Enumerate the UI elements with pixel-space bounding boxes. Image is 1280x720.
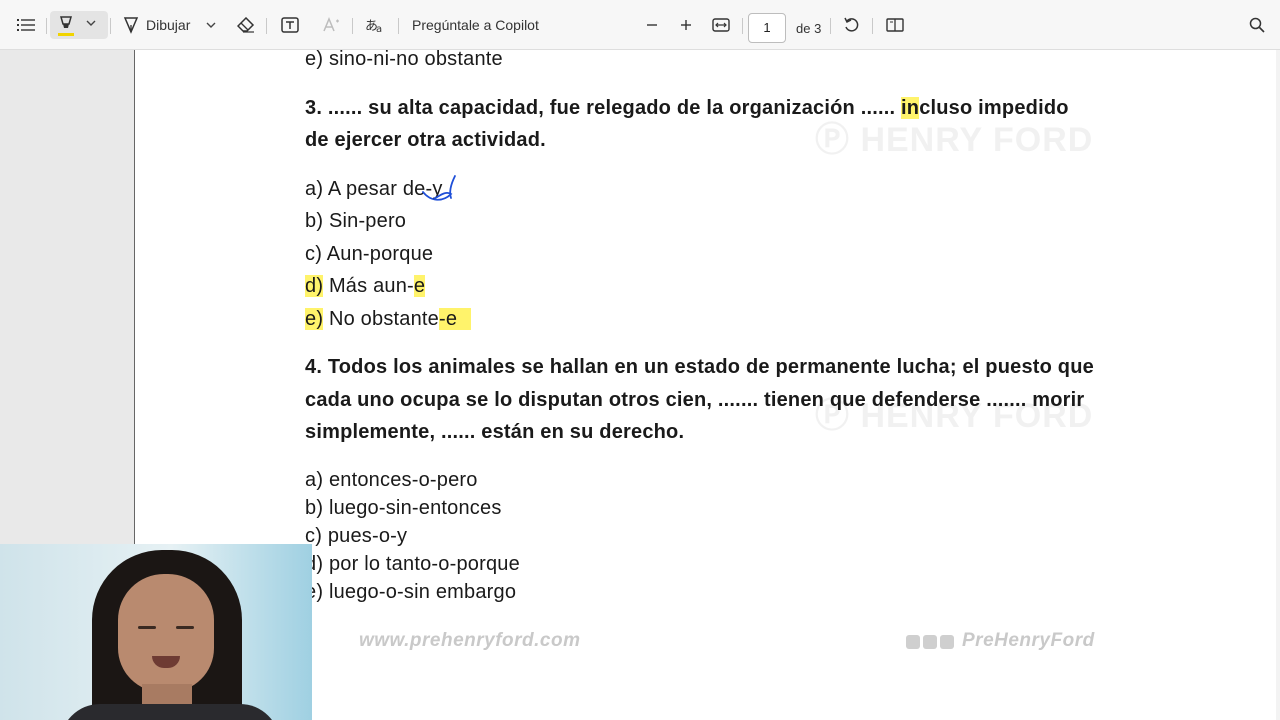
- question-4-line-3: simplemente, ...... están en su derecho.: [305, 421, 685, 443]
- question-4-line-1: 4. Todos los animales se hallan en un es…: [305, 356, 1094, 378]
- rotate-icon[interactable]: [840, 11, 864, 39]
- page-total-label: de 3: [796, 21, 822, 36]
- pdf-toolbar: Dibujar あa Pregúntale a Copilot 1 de 3: [0, 0, 1280, 50]
- text-highlight: -e: [439, 308, 472, 330]
- zoom-in-icon[interactable]: [674, 11, 698, 39]
- ask-copilot-button[interactable]: Pregúntale a Copilot: [412, 11, 552, 39]
- table-of-contents-icon[interactable]: [12, 11, 40, 39]
- ink-annotation: [422, 175, 456, 201]
- text-format-icon: [320, 11, 344, 39]
- highlighter-icon: [57, 16, 75, 32]
- translate-icon[interactable]: あa: [362, 11, 388, 39]
- draw-chevron-down-icon[interactable]: [204, 11, 218, 39]
- option-d: d) por lo tanto-o-porque: [305, 553, 520, 575]
- draw-icon[interactable]: [120, 11, 142, 39]
- highlight-button[interactable]: [50, 11, 108, 39]
- search-icon[interactable]: [1244, 11, 1270, 39]
- draw-button[interactable]: Dibujar: [146, 11, 202, 39]
- eraser-icon[interactable]: [234, 11, 258, 39]
- zoom-out-icon[interactable]: [640, 11, 664, 39]
- fit-width-icon[interactable]: [708, 11, 734, 39]
- youtube-icon: [923, 635, 937, 649]
- facebook-icon: [940, 635, 954, 649]
- svg-text:a: a: [376, 24, 382, 34]
- instagram-icon: [906, 635, 920, 649]
- option-d: d) Más aun-e: [305, 275, 426, 297]
- option-a: a) entonces-o-pero: [305, 469, 478, 491]
- option-text: e) sino-ni-no obstante: [305, 48, 503, 70]
- text-box-icon[interactable]: [278, 11, 302, 39]
- footer-watermark-brand: PreHenryFord: [962, 630, 1095, 651]
- page-view-icon[interactable]: [882, 11, 908, 39]
- text-highlight: e): [305, 308, 324, 330]
- text-highlight: e: [413, 275, 426, 297]
- text-highlight: in: [901, 97, 920, 119]
- question-3-line-1: 3. ...... su alta capacidad, fue relegad…: [305, 97, 1069, 119]
- option-c: c) pues-o-y: [305, 525, 408, 547]
- vertical-scrollbar[interactable]: [1276, 50, 1280, 720]
- question-4-line-2: cada uno ocupa se lo disputan otros cien…: [305, 389, 1085, 411]
- chevron-down-icon[interactable]: [86, 19, 96, 27]
- question-3-line-2: de ejercer otra actividad.: [305, 129, 546, 151]
- text-highlight: d): [305, 275, 324, 297]
- option-e: e) luego-o-sin embargo: [305, 581, 517, 603]
- option-c: c) Aun-porque: [305, 243, 434, 265]
- option-b: b) luego-sin-entonces: [305, 497, 502, 519]
- footer-watermark-url: www.prehenryford.com: [359, 630, 581, 651]
- webcam-overlay: [0, 544, 312, 720]
- option-b: b) Sin-pero: [305, 210, 407, 232]
- social-icons: [906, 635, 954, 649]
- page-number-input[interactable]: 1: [748, 13, 786, 43]
- option-e: e) No obstante-e: [305, 308, 472, 331]
